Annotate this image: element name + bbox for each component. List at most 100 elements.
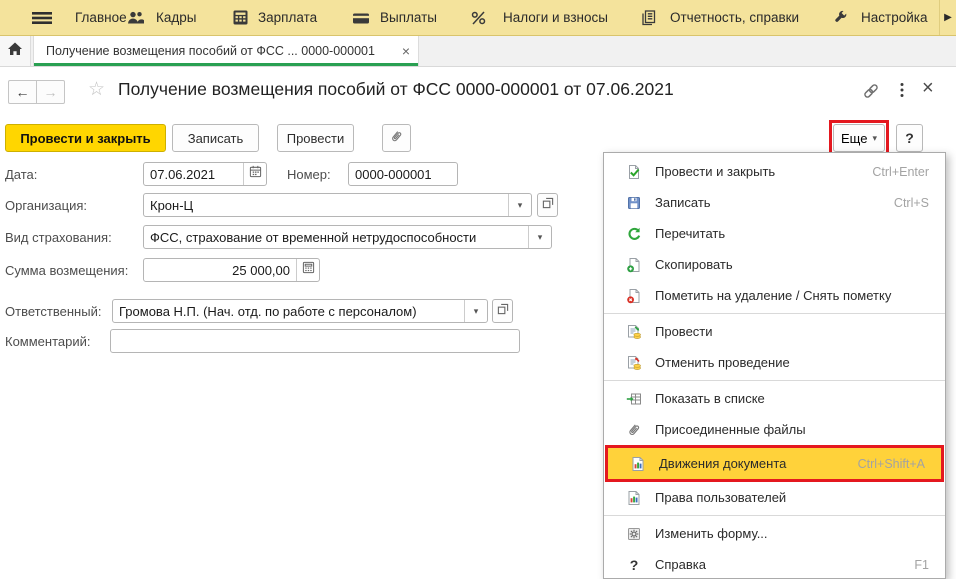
responsible-field: ▾ bbox=[112, 299, 488, 323]
menu-separator bbox=[604, 313, 945, 314]
menu-item-nalogi[interactable]: Налоги и взносы bbox=[503, 0, 608, 35]
copy-icon bbox=[626, 257, 642, 273]
menu-item-copy[interactable]: Скопировать bbox=[604, 249, 945, 280]
back-button[interactable]: ← bbox=[8, 80, 37, 104]
tab-document[interactable]: Получение возмещения пособий от ФСС ... … bbox=[33, 36, 419, 66]
menu-item-document-movements[interactable]: Движения документа Ctrl+Shift+A bbox=[608, 448, 941, 479]
more-button[interactable]: Еще ▾ bbox=[833, 124, 885, 152]
organization-field: ▾ bbox=[143, 193, 532, 217]
amount-label: Сумма возмещения: bbox=[5, 263, 128, 278]
back-icon: ← bbox=[16, 84, 30, 100]
paperclip-icon bbox=[389, 129, 404, 147]
insurance-kind-field: ▾ bbox=[143, 225, 552, 249]
home-icon bbox=[7, 41, 23, 61]
menu-separator bbox=[604, 380, 945, 381]
favorite-star-icon[interactable]: ☆ bbox=[88, 78, 105, 101]
menu-item-glavnoe[interactable]: Главное bbox=[75, 0, 127, 35]
main-menu-bar: Главное Кадры Зарплата Выплаты Налоги и … bbox=[0, 0, 956, 36]
number-input[interactable] bbox=[349, 163, 457, 185]
menu-item-unpost[interactable]: Отменить проведение bbox=[604, 347, 945, 378]
organization-label: Организация: bbox=[5, 198, 87, 213]
attached-files-icon bbox=[626, 422, 642, 438]
document-movements-annotation: Движения документа Ctrl+Shift+A bbox=[605, 445, 944, 482]
responsible-dropdown-button[interactable]: ▾ bbox=[464, 300, 487, 322]
insurance-kind-input[interactable] bbox=[144, 226, 528, 248]
show-in-list-icon bbox=[626, 391, 642, 407]
home-button[interactable] bbox=[0, 36, 31, 66]
date-label: Дата: bbox=[5, 167, 37, 182]
chevron-down-icon: ▾ bbox=[474, 306, 479, 317]
amount-field bbox=[143, 258, 320, 282]
write-button[interactable]: Записать bbox=[172, 124, 259, 152]
post-and-close-button[interactable]: Провести и закрыть bbox=[5, 124, 166, 152]
responsible-input[interactable] bbox=[113, 300, 464, 322]
menu-item-edit-form[interactable]: Изменить форму... bbox=[604, 518, 945, 549]
get-link-icon[interactable] bbox=[862, 82, 880, 105]
menu-overflow-arrow[interactable]: ▶ bbox=[939, 0, 956, 35]
help-icon: ? bbox=[626, 557, 642, 573]
menu-item-help[interactable]: ? Справка F1 bbox=[604, 549, 945, 579]
tab-close-icon[interactable]: × bbox=[402, 43, 410, 59]
post-close-icon bbox=[626, 164, 642, 180]
tab-bar: Получение возмещения пособий от ФСС ... … bbox=[0, 36, 956, 67]
comment-label: Комментарий: bbox=[5, 334, 91, 349]
calculator-icon bbox=[302, 261, 315, 279]
amount-input[interactable] bbox=[144, 259, 296, 281]
active-tab-underline bbox=[34, 63, 418, 66]
number-field bbox=[348, 162, 458, 186]
reread-icon bbox=[626, 226, 642, 242]
menu-item-write[interactable]: Записать Ctrl+S bbox=[604, 187, 945, 218]
number-label: Номер: bbox=[287, 167, 331, 182]
unpost-icon bbox=[626, 355, 642, 371]
responsible-open-button[interactable] bbox=[492, 299, 513, 323]
forward-icon: → bbox=[44, 84, 58, 100]
chevron-down-icon: ▾ bbox=[872, 133, 877, 144]
help-button[interactable]: ? bbox=[896, 124, 923, 152]
history-nav: ← → bbox=[8, 80, 65, 104]
calculator-button[interactable] bbox=[296, 259, 319, 281]
insurance-kind-label: Вид страхования: bbox=[5, 230, 112, 245]
more-button-annotation: Еще ▾ bbox=[829, 120, 889, 156]
chevron-down-icon: ▾ bbox=[538, 232, 543, 243]
menu-item-zarplata[interactable]: Зарплата bbox=[258, 0, 317, 35]
menu-item-post[interactable]: Провести bbox=[604, 316, 945, 347]
wrench-icon bbox=[832, 0, 849, 35]
menu-item-nastroika[interactable]: Настройка bbox=[861, 0, 927, 35]
organization-open-button[interactable] bbox=[537, 193, 558, 217]
open-icon bbox=[542, 196, 554, 214]
menu-item-delete-mark[interactable]: Пометить на удаление / Снять пометку bbox=[604, 280, 945, 311]
menu-item-kadry[interactable]: Кадры bbox=[156, 0, 196, 35]
date-input[interactable] bbox=[144, 163, 243, 185]
forward-button[interactable]: → bbox=[37, 80, 65, 104]
responsible-label: Ответственный: bbox=[5, 304, 101, 319]
more-actions-dots-icon[interactable] bbox=[899, 82, 905, 103]
comment-input[interactable] bbox=[111, 330, 519, 352]
document-movements-icon bbox=[630, 456, 646, 472]
post-icon bbox=[626, 324, 642, 340]
tab-label: Получение возмещения пособий от ФСС ... … bbox=[46, 44, 400, 58]
calendar-button[interactable] bbox=[243, 163, 266, 185]
hamburger-menu-button[interactable] bbox=[31, 0, 53, 35]
organization-dropdown-button[interactable]: ▾ bbox=[508, 194, 531, 216]
delete-mark-icon bbox=[626, 288, 642, 304]
menu-item-reread[interactable]: Перечитать bbox=[604, 218, 945, 249]
insurance-kind-dropdown-button[interactable]: ▾ bbox=[528, 226, 551, 248]
open-icon bbox=[497, 302, 509, 320]
menu-item-user-rights[interactable]: Права пользователей bbox=[604, 482, 945, 513]
post-button[interactable]: Провести bbox=[277, 124, 354, 152]
date-field bbox=[143, 162, 267, 186]
menu-item-otchetnost[interactable]: Отчетность, справки bbox=[670, 0, 799, 35]
attachments-button[interactable] bbox=[382, 124, 411, 152]
close-window-icon[interactable]: × bbox=[922, 77, 934, 100]
user-rights-icon bbox=[626, 490, 642, 506]
menu-item-show-in-list[interactable]: Показать в списке bbox=[604, 383, 945, 414]
save-icon bbox=[626, 195, 642, 211]
menu-item-post-and-close[interactable]: Провести и закрыть Ctrl+Enter bbox=[604, 156, 945, 187]
menu-item-attached-files[interactable]: Присоединенные файлы bbox=[604, 414, 945, 445]
menu-item-vyplaty[interactable]: Выплаты bbox=[380, 0, 437, 35]
edit-form-icon bbox=[626, 526, 642, 542]
reports-icon bbox=[640, 0, 657, 35]
calculator-icon bbox=[232, 0, 249, 35]
calendar-icon bbox=[249, 165, 262, 183]
organization-input[interactable] bbox=[144, 194, 508, 216]
